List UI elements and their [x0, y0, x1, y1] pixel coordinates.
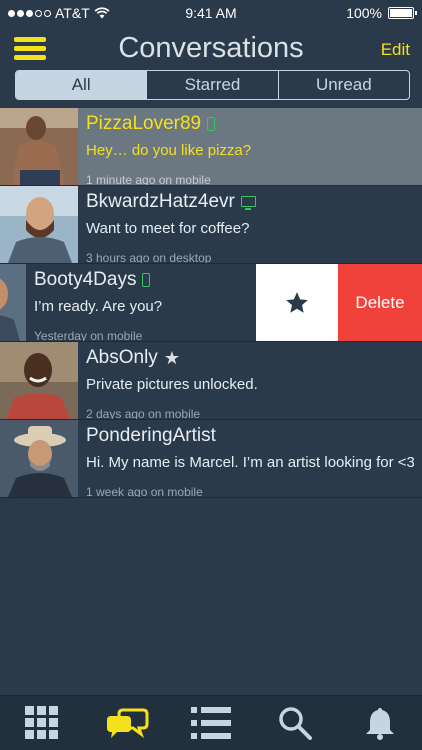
- message-preview: Hey… do you like pizza?: [86, 142, 252, 159]
- status-bar: AT&T 9:41 AM 100%: [0, 0, 422, 26]
- conversation-row[interactable]: Booty4Days I’m ready. Are you? Yesterday…: [0, 264, 422, 342]
- contact-name: Booty4Days: [34, 268, 137, 290]
- battery-icon: [388, 7, 417, 19]
- conversation-row[interactable]: AbsOnly ★ Private pictures unlocked. 2 d…: [0, 342, 422, 420]
- navigation-bar: Conversations Edit: [0, 26, 422, 70]
- contact-name: BkwardzHatz4evr: [86, 190, 235, 212]
- edit-button[interactable]: Edit: [381, 40, 410, 60]
- star-action-button[interactable]: [256, 264, 338, 341]
- chat-bubbles-icon: [106, 708, 149, 739]
- message-meta: 2 days ago on mobile: [86, 407, 201, 420]
- tab-bar: [0, 695, 422, 750]
- segment-starred[interactable]: Starred: [146, 71, 277, 99]
- mobile-online-icon: [207, 116, 216, 131]
- avatar: [0, 420, 78, 497]
- bell-icon: [365, 708, 394, 740]
- segment-all[interactable]: All: [16, 71, 147, 99]
- message-preview: Want to meet for coffee?: [86, 220, 250, 237]
- conversation-row[interactable]: PizzaLover89 Hey… do you like pizza? 1 m…: [0, 108, 422, 186]
- message-preview: Hi. My name is Marcel. I’m an artist loo…: [86, 454, 414, 471]
- list-icon: [191, 707, 232, 739]
- delete-button[interactable]: Delete: [338, 264, 422, 341]
- message-meta: 1 minute ago on mobile: [86, 173, 211, 186]
- conversation-row[interactable]: BkwardzHatz4evr Want to meet for coffee?…: [0, 186, 422, 264]
- message-meta: 1 week ago on mobile: [86, 485, 203, 498]
- page-title: Conversations: [118, 32, 304, 64]
- filter-segmented-control: All Starred Unread: [15, 70, 410, 100]
- tab-notifications[interactable]: [338, 696, 422, 750]
- conversation-row[interactable]: PonderingArtist Hi. My name is Marcel. I…: [0, 420, 422, 498]
- contact-name: AbsOnly: [86, 346, 158, 368]
- avatar: [0, 108, 78, 185]
- tab-grid[interactable]: [0, 696, 84, 750]
- search-icon: [279, 707, 313, 740]
- tab-search[interactable]: [253, 696, 337, 750]
- conversations-screen: AT&T 9:41 AM 100% Conversations Edit All…: [0, 0, 422, 750]
- desktop-online-icon: [240, 196, 256, 210]
- message-meta: 3 hours ago on desktop: [86, 251, 212, 264]
- contact-name: PonderingArtist: [86, 424, 216, 446]
- battery-percent: 100%: [346, 5, 382, 21]
- conversation-list: PizzaLover89 Hey… do you like pizza? 1 m…: [0, 108, 422, 498]
- star-icon: [286, 291, 308, 313]
- starred-icon: ★: [163, 347, 180, 368]
- mobile-online-icon: [142, 272, 151, 287]
- contact-name: PizzaLover89: [86, 112, 202, 134]
- tab-list[interactable]: [169, 696, 253, 750]
- avatar: [0, 264, 26, 341]
- avatar: [0, 342, 78, 419]
- grid-icon: [25, 706, 59, 739]
- message-preview: Private pictures unlocked.: [86, 376, 258, 393]
- tab-conversations[interactable]: [84, 696, 168, 750]
- segment-unread[interactable]: Unread: [277, 71, 409, 99]
- avatar: [0, 186, 78, 263]
